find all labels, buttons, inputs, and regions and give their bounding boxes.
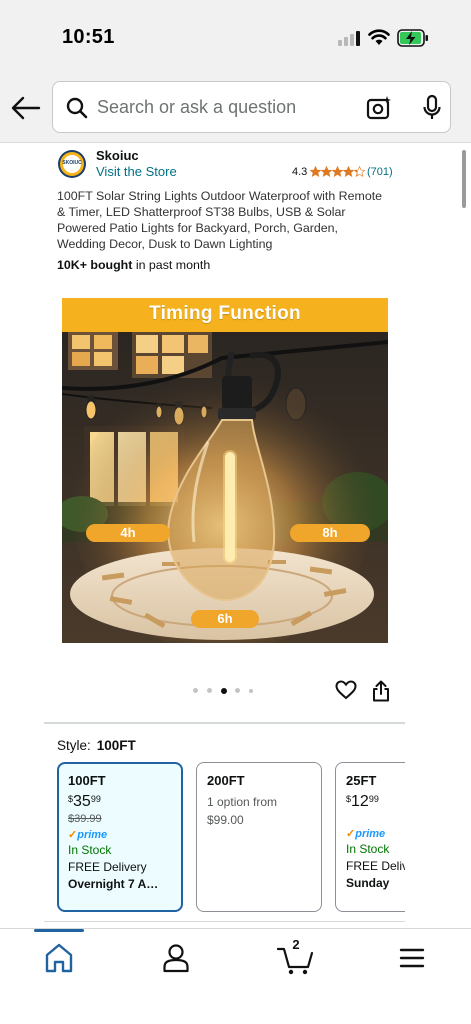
scroll-indicator[interactable] [462, 150, 466, 208]
options-fade-edge [405, 760, 471, 915]
carousel-dot[interactable] [207, 688, 212, 693]
option-list-price: $39.99 [68, 813, 102, 825]
option-name: 200FT [207, 773, 245, 788]
heart-icon[interactable] [335, 680, 357, 700]
microphone-icon[interactable] [420, 93, 444, 123]
product-image[interactable]: Timing Function 4h 8h 6h [62, 298, 388, 643]
option-price: $3599 [68, 793, 101, 810]
search-header: Search or ask a question [0, 75, 471, 143]
store-logo-text: SKOIUC [62, 160, 82, 166]
style-selected-value: 100FT [96, 738, 136, 753]
cart-count: 2 [292, 937, 300, 952]
prime-check-icon: ✓ [68, 829, 78, 841]
nav-active-indicator [34, 929, 84, 932]
status-bar: 10:51 [0, 0, 471, 75]
option-name: 100FT [68, 773, 106, 788]
prime-check-icon: ✓ [346, 828, 356, 840]
visit-store-link[interactable]: Visit the Store [96, 164, 177, 179]
wifi-icon [368, 29, 390, 45]
section-divider [44, 921, 405, 922]
bottom-navigation: 2 [0, 928, 471, 1024]
image-banner-text: Timing Function [149, 303, 301, 324]
style-label-text: Style: [57, 738, 91, 753]
cellular-signal-icon [338, 30, 362, 46]
carousel-dot-active[interactable] [221, 687, 227, 694]
style-selector-label: Style: 100FT [57, 738, 136, 753]
option-availability: 1 option from $99.00 [207, 795, 278, 827]
image-banner: Timing Function [62, 298, 388, 332]
option-delivery-date: Overnight 7 A… [68, 877, 159, 891]
product-title: 100FT Solar String Lights Outdoor Waterp… [57, 189, 383, 251]
option-delivery: FREE Delivery [68, 860, 147, 874]
timer-4h-label: 4h [86, 524, 170, 542]
option-stock-status: In Stock [68, 843, 112, 857]
string-light-bulb-illustration [62, 332, 388, 643]
section-divider [44, 722, 405, 724]
carousel-dot[interactable] [193, 688, 198, 693]
menu-icon[interactable] [394, 941, 430, 975]
bought-suffix: in past month [132, 258, 211, 272]
bought-in-past-month: 10K+ bought in past month [57, 258, 210, 272]
style-option-100ft[interactable]: 100FT $3599 $39.99 ✓prime In Stock FREE … [57, 762, 183, 912]
battery-charging-icon [397, 29, 428, 47]
bought-count: 10K+ bought [57, 258, 133, 272]
prime-badge: ✓prime [68, 829, 108, 841]
rating-count-link[interactable]: (701) [367, 166, 393, 178]
status-time: 10:51 [62, 26, 115, 48]
share-icon[interactable] [372, 680, 390, 702]
search-box[interactable]: Search or ask a question [52, 81, 451, 133]
search-icon [66, 97, 88, 119]
search-input[interactable]: Search or ask a question [97, 97, 296, 118]
carousel-dot[interactable] [235, 688, 240, 693]
store-logo[interactable]: SKOIUC [58, 150, 86, 178]
store-name[interactable]: Skoiuc [96, 148, 139, 163]
timer-6h-label: 6h [191, 610, 259, 628]
cart-button[interactable]: 2 [276, 937, 316, 975]
camera-search-icon[interactable] [365, 94, 393, 122]
home-icon[interactable] [41, 941, 77, 975]
back-arrow-icon[interactable] [10, 94, 42, 122]
star-rating-icon[interactable] [310, 166, 366, 178]
style-option-200ft[interactable]: 200FT 1 option from $99.00 [196, 762, 322, 912]
account-icon[interactable] [158, 941, 194, 975]
timer-8h-label: 8h [290, 524, 370, 542]
rating-value: 4.3 [292, 166, 308, 178]
carousel-dot[interactable] [249, 688, 253, 693]
